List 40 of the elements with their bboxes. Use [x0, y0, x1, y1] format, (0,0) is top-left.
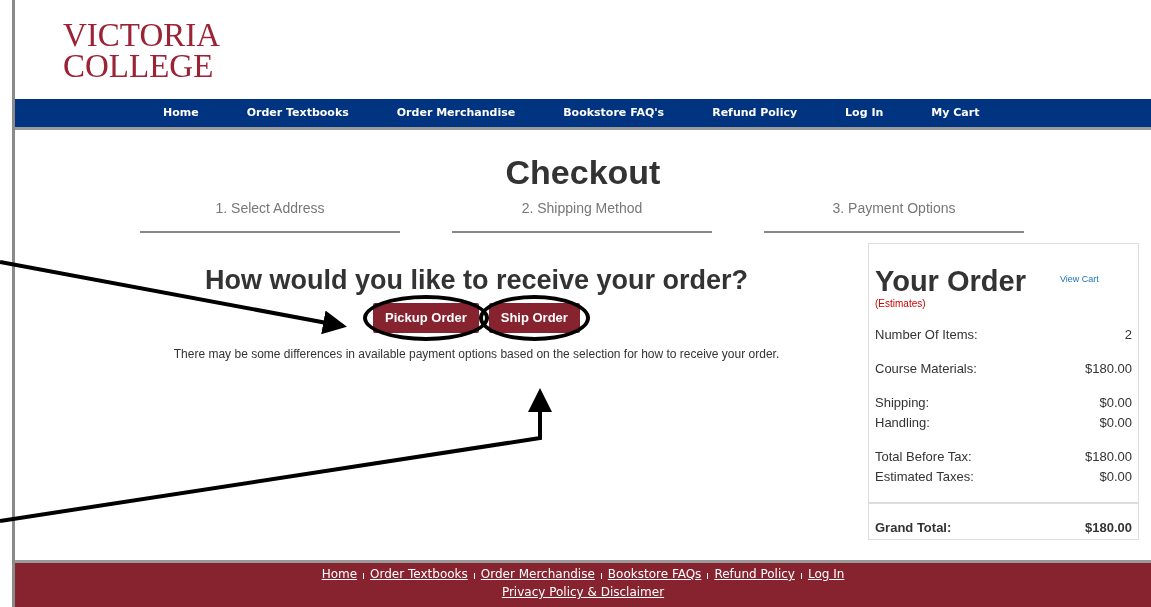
footer-link[interactable]: Refund Policy: [714, 565, 795, 583]
view-cart-link[interactable]: View Cart: [1059, 272, 1099, 286]
footer-link[interactable]: Order Textbooks: [370, 565, 468, 583]
summary-value: $0.00: [1099, 414, 1132, 432]
estimates-note: (Estimates): [874, 297, 927, 311]
grand-total-value: $180.00: [1085, 518, 1132, 537]
nav-link[interactable]: Order Textbooks: [246, 104, 349, 122]
nav-link[interactable]: My Cart: [931, 104, 980, 122]
checkout-step: 3. Payment Options: [764, 198, 1024, 233]
payment-note: There may be some differences in available payment options based on the selection for how to receive your order.: [173, 346, 780, 363]
summary-label: Total Before Tax:: [875, 448, 972, 466]
footer-link[interactable]: Order Merchandise: [480, 565, 595, 583]
summary-label: Course Materials:: [875, 360, 977, 378]
summary-value: $180.00: [1085, 448, 1132, 466]
summary-value: $0.00: [1099, 394, 1132, 412]
summary-value: $180.00: [1085, 360, 1132, 378]
order-summary-title: Your Order: [875, 266, 1026, 296]
footer-link[interactable]: Privacy Policy & Disclaimer: [501, 583, 665, 601]
grand-total-label: Grand Total:: [875, 518, 952, 537]
footer-link[interactable]: Home: [321, 565, 358, 583]
nav-link[interactable]: Log In: [845, 104, 884, 122]
footer-link[interactable]: Log In: [807, 565, 845, 583]
summary-value: $0.00: [1099, 468, 1132, 486]
college-logo[interactable]: VICTORIA COLLEGE: [63, 20, 221, 82]
summary-value: 2: [1124, 326, 1132, 344]
nav-link[interactable]: Refund Policy: [712, 104, 798, 122]
question-heading: How would you like to receive your order?: [204, 264, 749, 297]
order-option-button[interactable]: Pickup Order: [373, 303, 479, 333]
page-title: Checkout: [505, 152, 661, 192]
nav-link[interactable]: Bookstore FAQ's: [563, 104, 665, 122]
summary-label: Handling:: [875, 414, 930, 432]
footer-link[interactable]: Bookstore FAQs: [607, 565, 702, 583]
nav-link[interactable]: Home: [163, 104, 199, 122]
summary-label: Number Of Items:: [875, 326, 978, 344]
summary-label: Estimated Taxes:: [875, 468, 974, 486]
checkout-step: 1. Select Address: [140, 198, 400, 233]
checkout-step: 2. Shipping Method: [452, 198, 712, 233]
summary-label: Shipping:: [875, 394, 930, 412]
order-option-button[interactable]: Ship Order: [488, 303, 580, 333]
nav-link[interactable]: Order Merchandise: [396, 104, 516, 122]
